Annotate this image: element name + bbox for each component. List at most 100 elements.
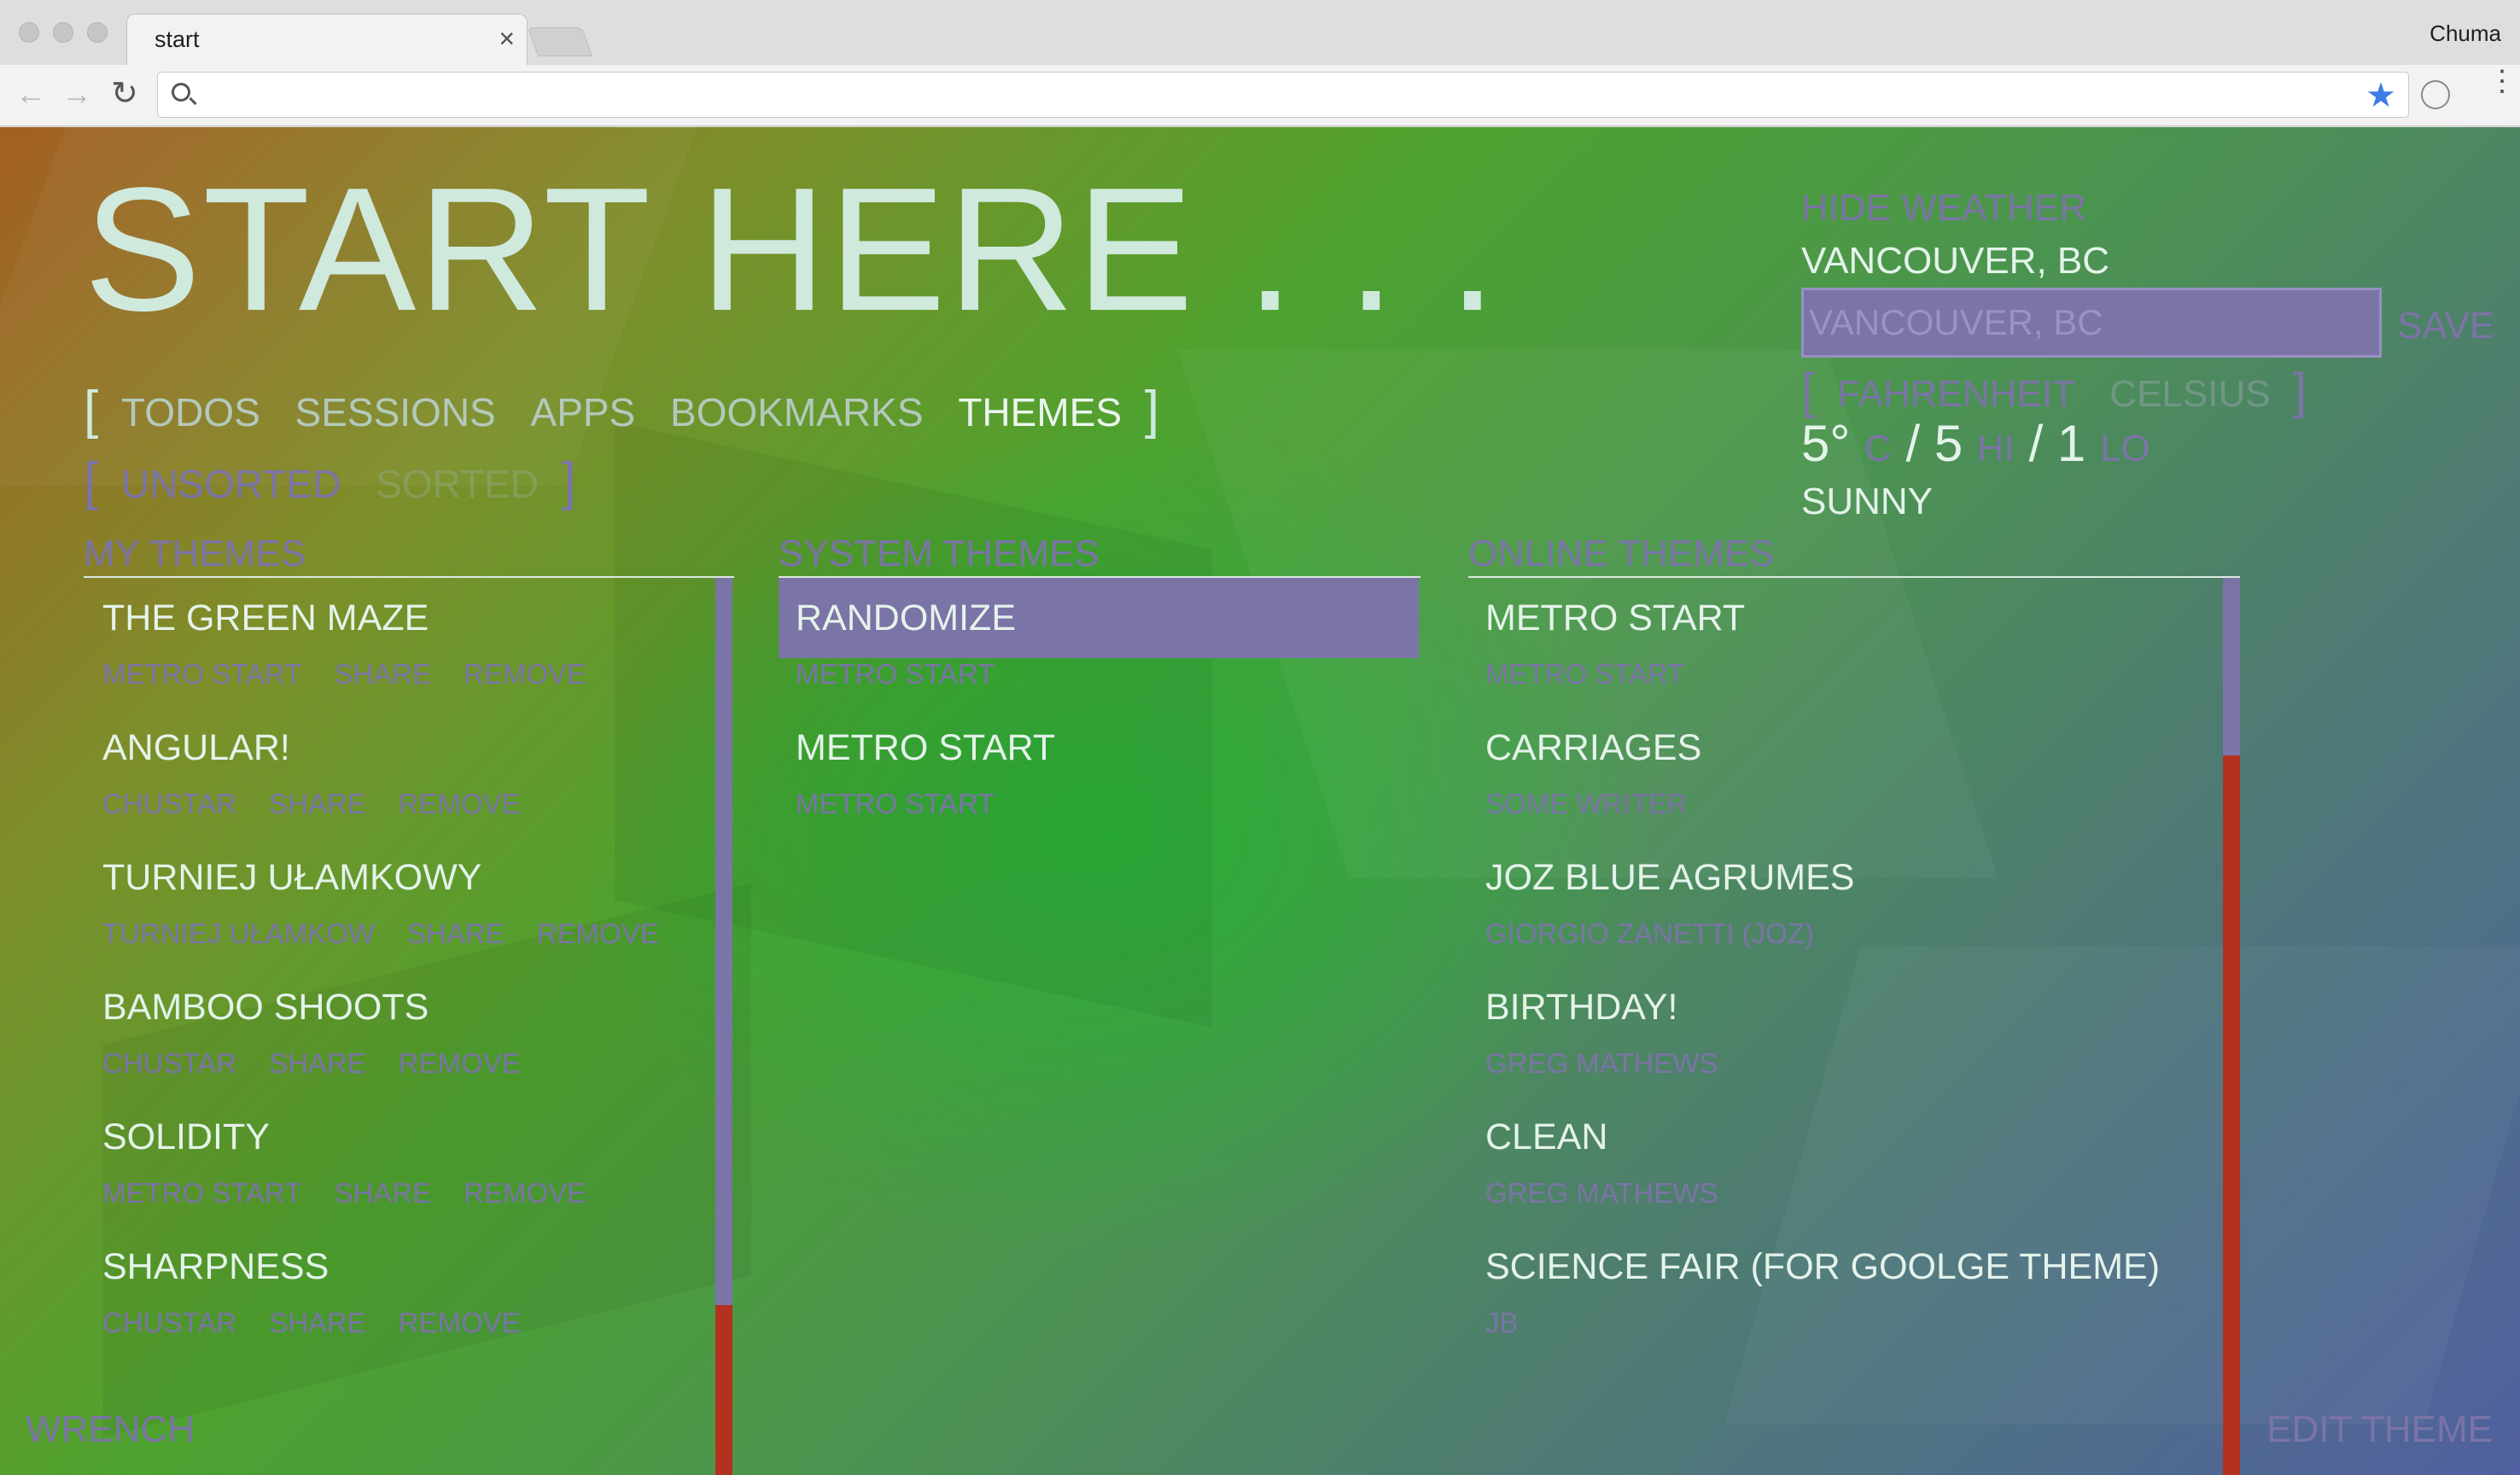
- nav-item-todos[interactable]: TODOS: [121, 390, 260, 434]
- theme-name[interactable]: CARRIAGES: [1485, 708, 2220, 788]
- theme-name[interactable]: BIRTHDAY!: [1485, 967, 2220, 1047]
- online-theme-item: CLEAN GREG MATHEWS: [1468, 1097, 2220, 1227]
- theme-name-selected[interactable]: RANDOMIZE: [779, 578, 1419, 658]
- theme-author: GREG MATHEWS: [1485, 1177, 1718, 1209]
- my-theme-item: ANGULAR! CHUSTAR SHARE REMOVE: [85, 708, 717, 837]
- main-nav: [ TODOS SESSIONS APPS BOOKMARKS THEMES ]: [84, 378, 1159, 440]
- my-themes-heading: MY THEMES: [84, 535, 734, 578]
- my-themes-scroll-thumb[interactable]: [715, 578, 732, 1305]
- back-arrow-icon[interactable]: ←: [15, 77, 46, 111]
- extension-icon[interactable]: [2421, 80, 2450, 109]
- weather-save-button[interactable]: SAVE: [2397, 305, 2494, 347]
- share-link[interactable]: SHARE: [334, 658, 431, 690]
- online-theme-item: SCIENCE FAIR (FOR GOOLGE THEME) JB: [1468, 1227, 2220, 1356]
- remove-link[interactable]: REMOVE: [464, 1177, 586, 1209]
- system-theme-item: RANDOMIZE METRO START: [779, 578, 1420, 708]
- online-theme-item: JOZ BLUE AGRUMES GIORGIO ZANETTI (JOZ): [1468, 837, 2220, 967]
- nav-item-apps[interactable]: APPS: [531, 390, 636, 434]
- weather-condition: SUNNY: [1801, 481, 1934, 522]
- tab-close-icon[interactable]: ×: [499, 23, 515, 55]
- edit-theme-link[interactable]: EDIT THEME: [2266, 1408, 2493, 1451]
- online-theme-item: CARRIAGES SOME WRITER: [1468, 708, 2220, 837]
- window-minimize-dot[interactable]: [53, 22, 73, 43]
- temp-separator: /: [1905, 415, 1921, 472]
- units-close-bracket: ]: [2292, 364, 2307, 419]
- hide-weather-link[interactable]: HIDE WEATHER: [1801, 187, 2086, 230]
- weather-city: VANCOUVER, BC: [1801, 240, 2110, 282]
- theme-name[interactable]: METRO START: [1485, 578, 2220, 658]
- weather-location-input[interactable]: [1801, 288, 2382, 358]
- share-link[interactable]: SHARE: [269, 1307, 366, 1338]
- theme-author: JB: [1485, 1307, 1519, 1338]
- window-zoom-dot[interactable]: [87, 22, 108, 43]
- low-label: LO: [2099, 428, 2150, 469]
- weather-unit-toggle: [ FAHRENHEIT CELSIUS ]: [1801, 361, 2307, 419]
- theme-name[interactable]: ANGULAR!: [102, 708, 717, 788]
- online-themes-list[interactable]: METRO START METRO START CARRIAGES SOME W…: [1468, 578, 2220, 1475]
- remove-link[interactable]: REMOVE: [399, 1307, 521, 1338]
- address-bar[interactable]: ★: [157, 72, 2409, 118]
- browser-toolbar: ← → ↻ ★: [0, 65, 2520, 126]
- theme-name[interactable]: METRO START: [796, 708, 1420, 788]
- theme-author: METRO START: [102, 658, 302, 690]
- theme-author: METRO START: [796, 788, 995, 819]
- sort-sorted-option[interactable]: SORTED: [376, 462, 539, 506]
- fahrenheit-option[interactable]: FAHRENHEIT: [1837, 373, 2075, 415]
- sort-toggle: [ UNSORTED SORTED ]: [84, 450, 576, 511]
- theme-author: CHUSTAR: [102, 788, 237, 819]
- theme-name[interactable]: SCIENCE FAIR (FOR GOOLGE THEME): [1485, 1227, 2220, 1307]
- online-themes-scrollbar[interactable]: [2223, 578, 2240, 1475]
- remove-link[interactable]: REMOVE: [464, 658, 586, 690]
- browser-tab[interactable]: start ×: [126, 14, 528, 67]
- my-theme-item: SOLIDITY METRO START SHARE REMOVE: [85, 1097, 717, 1227]
- share-link[interactable]: SHARE: [269, 788, 366, 819]
- sort-open-bracket: [: [84, 452, 99, 511]
- high-label: HI: [1976, 428, 2015, 469]
- theme-name[interactable]: BAMBOO SHOOTS: [102, 967, 717, 1047]
- theme-author: CHUSTAR: [102, 1307, 237, 1338]
- browser-menu-icon[interactable]: ⋮: [2488, 67, 2517, 96]
- current-temp: 5°: [1801, 415, 1851, 472]
- system-themes-heading: SYSTEM THEMES: [779, 535, 1420, 578]
- new-tab-button[interactable]: [527, 27, 593, 56]
- my-theme-item: BAMBOO SHOOTS CHUSTAR SHARE REMOVE: [85, 967, 717, 1097]
- units-open-bracket: [: [1801, 364, 1816, 419]
- system-themes-list[interactable]: RANDOMIZE METRO START METRO START METRO …: [779, 578, 1420, 1475]
- browser-tab-strip: start × Chuma: [0, 0, 2520, 67]
- share-link[interactable]: SHARE: [334, 1177, 431, 1209]
- wrench-link[interactable]: WRENCH: [26, 1408, 195, 1451]
- forward-arrow-icon[interactable]: →: [61, 77, 92, 111]
- nav-item-bookmarks[interactable]: BOOKMARKS: [670, 390, 924, 434]
- my-themes-list[interactable]: THE GREEN MAZE METRO START SHARE REMOVE AN…: [85, 578, 717, 1475]
- remove-link[interactable]: REMOVE: [399, 1047, 521, 1079]
- online-theme-item: BIRTHDAY! GREG MATHEWS: [1468, 967, 2220, 1097]
- share-link[interactable]: SHARE: [269, 1047, 366, 1079]
- bookmark-star-icon[interactable]: ★: [2365, 76, 2396, 115]
- profile-name[interactable]: Chuma: [2430, 20, 2501, 47]
- unit-label: C: [1864, 428, 1892, 469]
- nav-item-sessions[interactable]: SESSIONS: [295, 390, 496, 434]
- theme-author: METRO START: [102, 1177, 302, 1209]
- online-theme-item: METRO START METRO START: [1468, 578, 2220, 708]
- sort-unsorted-option[interactable]: UNSORTED: [121, 462, 341, 506]
- my-theme-item: SHARPNESS CHUSTAR SHARE REMOVE: [85, 1227, 717, 1356]
- theme-name[interactable]: SHARPNESS: [102, 1227, 717, 1307]
- my-theme-item: TURNIEJ UŁAMKOWY TURNIEJ UŁAMKOW SHARE REM…: [85, 837, 717, 967]
- page-title: START HERE . . .: [84, 151, 1499, 347]
- theme-name[interactable]: CLEAN: [1485, 1097, 2220, 1177]
- celsius-option[interactable]: CELSIUS: [2109, 373, 2270, 415]
- my-themes-scrollbar[interactable]: [715, 578, 732, 1475]
- nav-item-themes[interactable]: THEMES: [958, 390, 1122, 434]
- weather-temperature: 5° C / 5 HI / 1 LO: [1801, 414, 2150, 473]
- online-themes-scroll-thumb[interactable]: [2223, 578, 2240, 755]
- theme-name[interactable]: JOZ BLUE AGRUMES: [1485, 837, 2220, 918]
- high-temp: 5: [1934, 415, 1963, 472]
- theme-name[interactable]: SOLIDITY: [102, 1097, 717, 1177]
- theme-name[interactable]: TURNIEJ UŁAMKOWY: [102, 837, 717, 918]
- window-close-dot[interactable]: [19, 22, 39, 43]
- reload-icon[interactable]: ↻: [111, 77, 138, 111]
- share-link[interactable]: SHARE: [407, 918, 505, 949]
- remove-link[interactable]: REMOVE: [537, 918, 659, 949]
- theme-name[interactable]: THE GREEN MAZE: [102, 578, 717, 658]
- remove-link[interactable]: REMOVE: [399, 788, 521, 819]
